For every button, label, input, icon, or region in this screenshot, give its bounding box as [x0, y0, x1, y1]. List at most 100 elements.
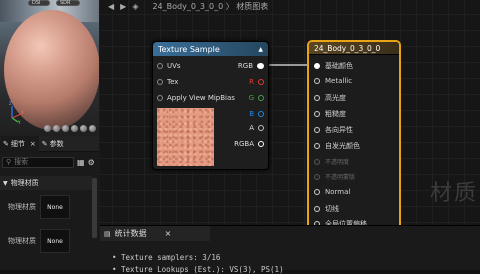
pin-emissive[interactable]: 自发光颜色	[314, 141, 360, 151]
details-panel: DSI SDR Z X Y ✎ 细节 × ✎ 参数 ⚲ 搜索 ▦ ⚙ ▼ 物理材…	[0, 0, 100, 270]
search-placeholder: 搜索	[14, 158, 29, 166]
output-pin-b[interactable]: B	[249, 110, 264, 118]
exposure-pill-label: SDR	[60, 0, 71, 6]
input-pin-icon[interactable]	[157, 95, 163, 101]
close-icon[interactable]: ×	[30, 140, 36, 148]
output-pin-icon[interactable]	[258, 141, 264, 147]
pin-label: B	[249, 110, 254, 118]
asset-picker[interactable]: None	[40, 229, 70, 253]
texture-sample-header[interactable]: Texture Sample ▲	[153, 42, 268, 56]
property-label: 物理材质	[8, 203, 36, 211]
asset-picker[interactable]: None	[40, 195, 70, 219]
node-title: Texture Sample	[158, 44, 220, 54]
output-pin-rgb[interactable]: RGB	[238, 62, 264, 70]
pin-label: R	[249, 78, 254, 86]
input-pin-icon	[314, 173, 320, 180]
input-pin-icon[interactable]	[157, 63, 163, 69]
pin-label: 不透明度	[325, 159, 350, 166]
tab-stats[interactable]: ▤ 统计数据 ×	[100, 226, 210, 241]
output-pin-a[interactable]: A	[249, 124, 264, 132]
input-pin-icon[interactable]	[314, 143, 320, 149]
pin-label: RGBA	[234, 140, 254, 148]
panel-tabs: ✎ 细节 × ✎ 参数	[0, 135, 99, 152]
breadcrumb-text[interactable]: 24_Body_0_3_0_0 〉 材质图表	[152, 1, 268, 12]
tab-parameters[interactable]: ✎ 参数	[39, 136, 67, 152]
view-mode-pill[interactable]: DSI	[28, 0, 50, 6]
tab-stats-label: 统计数据	[114, 229, 147, 238]
gear-icon[interactable]: ⚙	[88, 158, 95, 167]
back-arrow-icon[interactable]: ◀	[108, 2, 114, 11]
input-pin-icon[interactable]	[314, 78, 320, 84]
pin-metallic[interactable]: Metallic	[314, 77, 352, 85]
input-pin-uvs[interactable]: UVs	[157, 62, 181, 70]
input-pin-icon[interactable]	[314, 189, 320, 195]
stats-panel: ▤ 统计数据 × • Texture samplers: 3/16 • Text…	[100, 225, 480, 274]
pin-label: RGB	[237, 62, 253, 70]
section-title: 物理材质	[10, 179, 39, 187]
input-pin-icon[interactable]	[314, 206, 320, 212]
output-pin-icon[interactable]	[258, 111, 264, 117]
pin-opacity-mask: 不透明蒙版	[314, 172, 355, 181]
asset-value: None	[47, 237, 63, 245]
svg-text:X: X	[21, 110, 24, 115]
pin-anisotropy[interactable]: 各向异性	[314, 125, 353, 135]
texture-sample-node[interactable]: Texture Sample ▲ UVs Tex Apply View MipB…	[152, 41, 269, 170]
pin-label: G	[248, 94, 254, 102]
exposure-pill[interactable]: SDR	[56, 0, 80, 6]
forward-arrow-icon[interactable]: ▶	[120, 2, 126, 11]
input-pin-icon[interactable]	[314, 111, 320, 117]
pin-opacity: 不透明度	[314, 157, 349, 166]
pin-tangent[interactable]: 切线	[314, 204, 339, 214]
input-pin-icon[interactable]	[314, 127, 320, 133]
section-physical-material[interactable]: ▼ 物理材质	[0, 176, 92, 190]
input-pin-icon[interactable]	[314, 63, 320, 69]
output-pin-icon[interactable]	[258, 95, 264, 101]
output-pin-icon[interactable]	[258, 79, 264, 85]
search-input[interactable]: ⚲ 搜索	[2, 156, 74, 168]
tab-parameters-label: 参数	[49, 139, 64, 148]
pin-specular[interactable]: 高光度	[314, 93, 346, 103]
preview-options-icon[interactable]	[89, 125, 96, 132]
output-pin-icon[interactable]	[258, 125, 264, 131]
output-pin-rgba[interactable]: RGBA	[234, 140, 264, 148]
pin-label: 基础颜色	[325, 62, 353, 70]
preview-shape-sphere-icon[interactable]	[44, 125, 51, 132]
material-output-node[interactable]: 24_Body_0_3_0_0 基础颜色 Metallic 高光度 粗糙度 各向…	[307, 40, 401, 230]
tab-details-label: 细节	[10, 139, 25, 148]
input-pin-icon[interactable]	[314, 95, 320, 101]
input-pin-tex[interactable]: Tex	[157, 78, 178, 86]
grid-view-icon[interactable]: ▦	[77, 158, 85, 167]
material-node-header[interactable]: 24_Body_0_3_0_0	[309, 42, 399, 55]
pin-base-color[interactable]: 基础颜色	[314, 61, 353, 71]
pin-label: Metallic	[325, 77, 353, 85]
texture-thumbnail	[157, 108, 214, 166]
pencil-icon: ✎	[41, 139, 48, 148]
output-pin-r[interactable]: R	[249, 78, 264, 86]
material-preview-viewport[interactable]: DSI SDR Z X Y	[0, 0, 99, 136]
close-icon[interactable]: ×	[165, 229, 172, 238]
pin-label: 不透明蒙版	[325, 174, 356, 181]
collapse-icon[interactable]: ▲	[258, 46, 263, 53]
scrollbar[interactable]	[92, 178, 97, 238]
pin-label: UVs	[167, 62, 181, 70]
graph-watermark: 材质	[430, 181, 479, 206]
preview-shape-plane-icon[interactable]	[62, 125, 69, 132]
input-pin-mipbias[interactable]: Apply View MipBias	[157, 94, 235, 102]
pin-label: Normal	[325, 188, 351, 196]
pin-label: 各向异性	[325, 126, 353, 134]
pin-label: 高光度	[325, 94, 346, 102]
output-pin-icon[interactable]	[257, 63, 264, 69]
graph-icon: ◈	[132, 1, 139, 11]
input-pin-icon[interactable]	[157, 79, 163, 85]
tab-details[interactable]: ✎ 细节 ×	[0, 135, 39, 152]
stats-icon: ▤	[104, 229, 111, 238]
output-pin-g[interactable]: G	[249, 94, 264, 102]
preview-shape-cylinder-icon[interactable]	[53, 125, 60, 132]
pin-normal[interactable]: Normal	[314, 188, 350, 196]
left-panel-footer	[0, 262, 100, 270]
pin-roughness[interactable]: 粗糙度	[314, 109, 346, 119]
property-row: 物理材质 None	[0, 192, 92, 222]
preview-shape-mesh-icon[interactable]	[80, 125, 87, 132]
svg-text:Z: Z	[9, 101, 12, 106]
preview-shape-cube-icon[interactable]	[71, 125, 78, 132]
